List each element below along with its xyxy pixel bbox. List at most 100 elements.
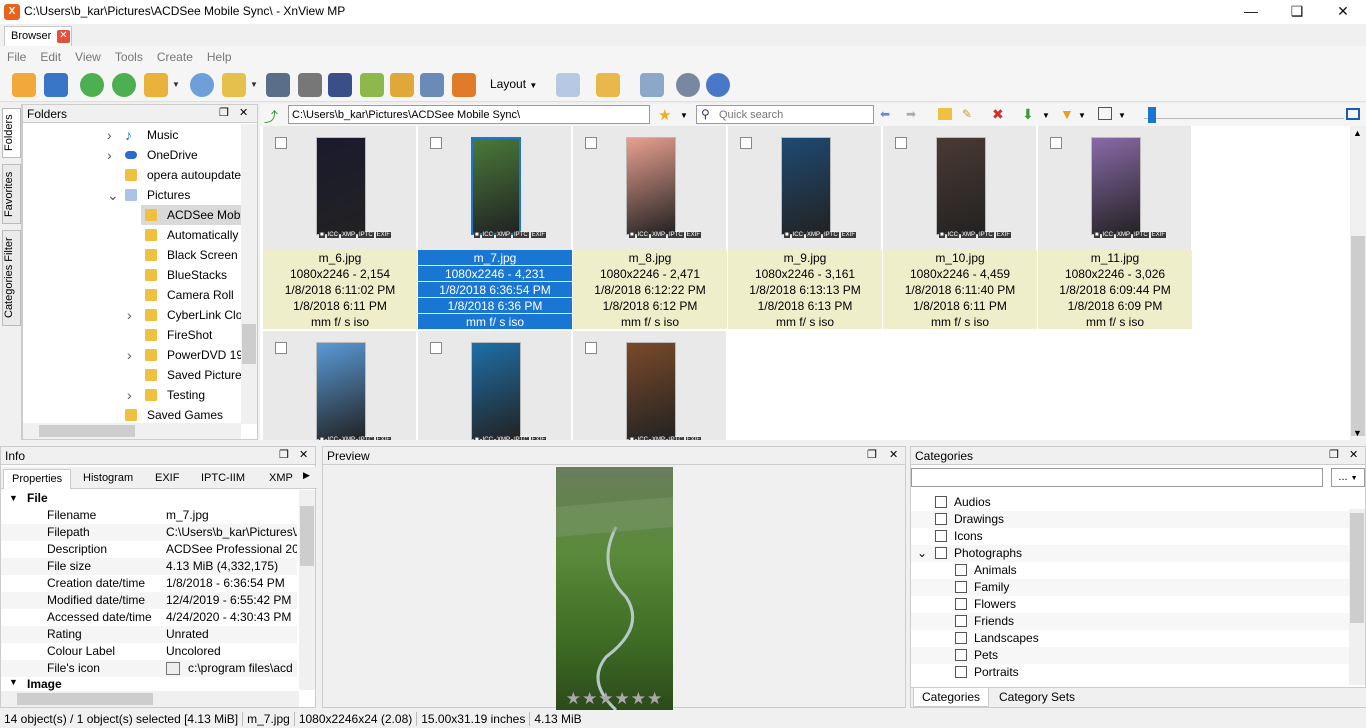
maximize-button[interactable]: ❑ — [1274, 0, 1320, 24]
close-tab-icon[interactable]: ✕ — [57, 30, 70, 43]
categories-search-input[interactable] — [911, 468, 1323, 487]
folder-item[interactable]: › Testing — [127, 385, 241, 405]
scroll-thumb[interactable] — [300, 506, 314, 566]
side-tab-folders[interactable]: Folders — [2, 108, 21, 158]
fullscreen-icon[interactable] — [44, 73, 68, 97]
category-checkbox[interactable] — [935, 530, 947, 542]
thumbnail-item[interactable]: ■ ICC XMP IPTC EXIF m_6.jpg 1080x2246 - 2,154 1… — [263, 126, 417, 329]
category-item[interactable]: Icons — [911, 528, 1349, 545]
bookmark-icon[interactable] — [596, 73, 620, 97]
move-icon[interactable] — [360, 73, 384, 97]
section-file[interactable]: ▼ File — [1, 490, 297, 507]
menu-file[interactable]: File — [0, 46, 33, 68]
scroll-thumb[interactable] — [242, 324, 256, 364]
folder-item[interactable]: › PowerDVD 19 — [127, 345, 243, 365]
chevron-right-icon[interactable]: › — [127, 305, 132, 325]
copy-dropdown-icon[interactable]: ▼ — [250, 80, 258, 89]
go-up-icon[interactable]: ⤴ — [264, 107, 278, 127]
chevron-right-icon[interactable]: › — [127, 385, 132, 405]
categories-menu-button[interactable]: ... ▼ — [1331, 468, 1365, 487]
folder-item[interactable]: › CyberLink Clo — [127, 305, 242, 325]
rating-stars[interactable]: ★★★★★★ — [556, 690, 673, 708]
rotate-right-icon[interactable] — [112, 73, 136, 97]
thumbnail-item[interactable]: ■ ICC XMP IPTC EXIF m_7.jpg 1080x2246 - 4,231 1… — [418, 126, 572, 330]
tab-xmp[interactable]: XMP — [261, 469, 301, 489]
category-checkbox[interactable] — [955, 666, 967, 678]
thumbnail-item[interactable]: ■ ICC XMP IPTC EXIF — [418, 331, 572, 440]
folder-item[interactable]: Camera Roll — [141, 285, 241, 305]
thumbnail-item[interactable]: ■ ICC XMP IPTC EXIF — [573, 331, 727, 440]
select-checkbox[interactable] — [430, 137, 442, 149]
network-icon[interactable] — [640, 73, 664, 97]
maximize-view-icon[interactable] — [1346, 108, 1360, 120]
category-checkbox[interactable] — [955, 564, 967, 576]
category-checkbox[interactable] — [955, 649, 967, 661]
category-item[interactable]: Landscapes — [911, 630, 1349, 647]
thumbnail-item[interactable]: ■ ICC XMP IPTC EXIF m_10.jpg 1080x2246 - 4,459… — [883, 126, 1037, 329]
thumbnails-vertical-scrollbar[interactable]: ▲ ▼ — [1350, 126, 1366, 440]
scanner-icon[interactable] — [328, 73, 352, 97]
close-panel-icon[interactable]: ✕ — [1349, 448, 1358, 461]
scroll-thumb[interactable] — [1351, 236, 1365, 436]
category-item[interactable]: Portraits — [911, 664, 1349, 681]
filter-dropdown-icon[interactable]: ▼ — [1078, 111, 1086, 120]
chevron-right-icon[interactable]: › — [107, 145, 112, 165]
forward-arrow-icon[interactable]: ➡ — [906, 107, 916, 121]
categories-vertical-scrollbar[interactable] — [1349, 509, 1365, 685]
filter-icon[interactable]: ▼ — [1060, 106, 1074, 122]
view-mode-dropdown-icon[interactable]: ▼ — [1118, 111, 1126, 120]
menu-view[interactable]: View — [68, 46, 108, 68]
menu-edit[interactable]: Edit — [33, 46, 68, 68]
export-icon[interactable] — [390, 73, 414, 97]
info-vertical-scrollbar[interactable] — [299, 490, 315, 690]
favorites-star-icon[interactable]: ★ — [658, 106, 671, 124]
folders-vertical-scrollbar[interactable] — [241, 124, 257, 424]
star-dropdown-icon[interactable]: ▼ — [680, 111, 688, 120]
folder-item[interactable]: ⌄ Pictures — [107, 185, 241, 205]
settings-gear-icon[interactable] — [676, 73, 700, 97]
slideshow-icon[interactable] — [452, 73, 476, 97]
thumbnail-item[interactable]: ■ ICC XMP IPTC EXIF m_11.jpg 1080x2246 - 3,026… — [1038, 126, 1192, 329]
close-panel-icon[interactable]: ✕ — [889, 448, 898, 461]
convert-icon[interactable] — [144, 73, 168, 97]
copy-to-icon[interactable] — [222, 73, 246, 97]
scroll-thumb[interactable] — [17, 693, 153, 705]
capture-icon[interactable] — [420, 73, 444, 97]
tab-exif[interactable]: EXIF — [147, 469, 187, 489]
folder-item[interactable]: › ♪ Music — [107, 125, 241, 145]
folder-item[interactable]: › OneDrive — [107, 145, 241, 165]
category-checkbox[interactable] — [935, 547, 947, 559]
rename-icon[interactable]: ✎ — [962, 107, 972, 121]
chevron-right-icon[interactable]: › — [127, 345, 132, 365]
float-panel-icon[interactable]: ❐ — [867, 448, 877, 461]
folders-horizontal-scrollbar[interactable] — [23, 423, 241, 439]
select-checkbox[interactable] — [430, 342, 442, 354]
sort-icon[interactable]: ⬇ — [1022, 106, 1034, 123]
category-item[interactable]: Family — [911, 579, 1349, 596]
new-folder-icon[interactable] — [938, 108, 952, 120]
select-checkbox[interactable] — [1050, 137, 1062, 149]
folder-item[interactable]: Saved Picture — [141, 365, 241, 385]
category-checkbox[interactable] — [935, 513, 947, 525]
close-window-button[interactable]: ✕ — [1320, 0, 1366, 24]
back-arrow-icon[interactable]: ⬅ — [880, 107, 890, 121]
folder-item[interactable]: FireShot — [141, 325, 241, 345]
side-tab-categories-filter[interactable]: Categories Filter — [2, 230, 21, 326]
category-checkbox[interactable] — [955, 632, 967, 644]
layout-dropdown[interactable]: Layout ▼ — [490, 77, 537, 91]
category-checkbox[interactable] — [935, 496, 947, 508]
close-panel-icon[interactable]: ✕ — [239, 106, 248, 119]
chevron-down-icon[interactable]: ⌄ — [917, 545, 927, 562]
info-horizontal-scrollbar[interactable] — [1, 691, 299, 707]
close-panel-icon[interactable]: ✕ — [299, 448, 308, 461]
folder-item[interactable]: Black Screen S — [141, 245, 241, 265]
folder-item[interactable]: Automatically — [141, 225, 241, 245]
category-item[interactable]: ⌄ Photographs — [911, 545, 1349, 562]
select-checkbox[interactable] — [585, 137, 597, 149]
thumbnail-item[interactable]: ■ ICC XMP IPTC EXIF — [263, 331, 417, 440]
float-panel-icon[interactable]: ❐ — [1329, 448, 1339, 461]
info-icon[interactable] — [190, 73, 214, 97]
sort-dropdown-icon[interactable]: ▼ — [1042, 111, 1050, 120]
folder-item[interactable]: Saved Games — [121, 405, 241, 425]
scroll-thumb[interactable] — [1350, 513, 1364, 623]
